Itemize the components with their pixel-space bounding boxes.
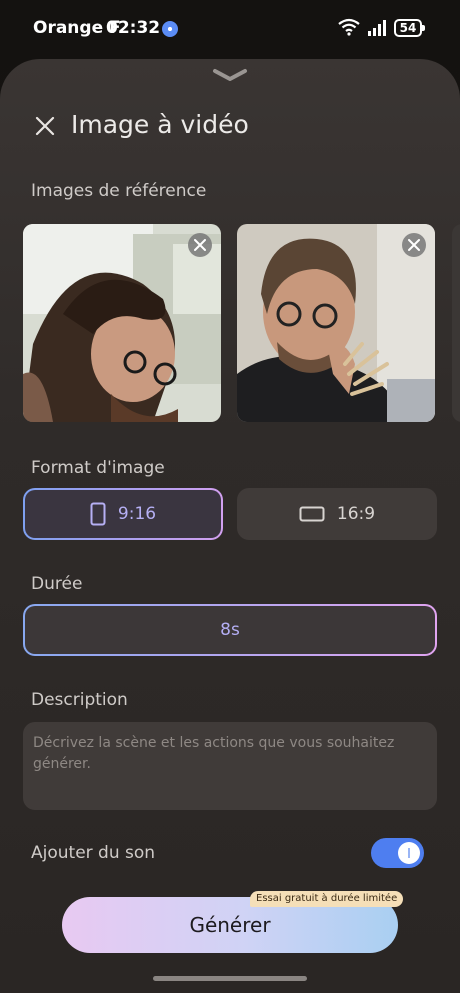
wifi-icon [338,18,360,36]
sound-label: Ajouter du son [31,843,156,863]
reference-image-add-slot[interactable] [452,224,460,422]
close-icon [408,239,420,251]
sound-toggle[interactable] [371,838,424,868]
duration-label: Durée [31,574,83,594]
description-label: Description [31,690,128,710]
chevron-down-icon[interactable] [212,67,248,83]
description-field-container [23,722,437,810]
free-trial-badge: Essai gratuit à durée limitée [250,891,404,907]
reference-images-label: Images de référence [31,181,207,201]
screen: Orange F 02:32 54 Image à vidéo Images d… [0,0,460,993]
page-title: Image à vidéo [71,110,249,139]
description-input[interactable] [33,733,427,799]
home-indicator[interactable] [153,976,307,981]
reference-image-2[interactable] [237,224,435,422]
format-option-label: 16:9 [336,504,376,524]
format-option-9-16[interactable]: 9:16 [23,488,223,540]
reference-image-1[interactable] [23,224,221,422]
portrait-icon [90,502,106,526]
landscape-icon [299,506,325,522]
bottom-sheet: Image à vidéo Images de référence Format… [0,59,460,993]
signal-icon [368,20,386,36]
close-icon [194,239,206,251]
remove-image-button[interactable] [402,233,426,257]
toggle-knob [398,842,420,864]
close-icon[interactable] [34,115,56,137]
format-label: Format d'image [31,458,165,478]
format-option-label: 9:16 [117,504,157,524]
duration-selector[interactable]: 8s [23,604,437,656]
remove-image-button[interactable] [188,233,212,257]
clock: 02:32 [106,18,161,38]
app-notification-icon [162,21,178,37]
battery-indicator: 54 [394,19,425,37]
status-bar: Orange F 02:32 54 [0,0,460,56]
format-option-16-9[interactable]: 16:9 [237,488,437,540]
